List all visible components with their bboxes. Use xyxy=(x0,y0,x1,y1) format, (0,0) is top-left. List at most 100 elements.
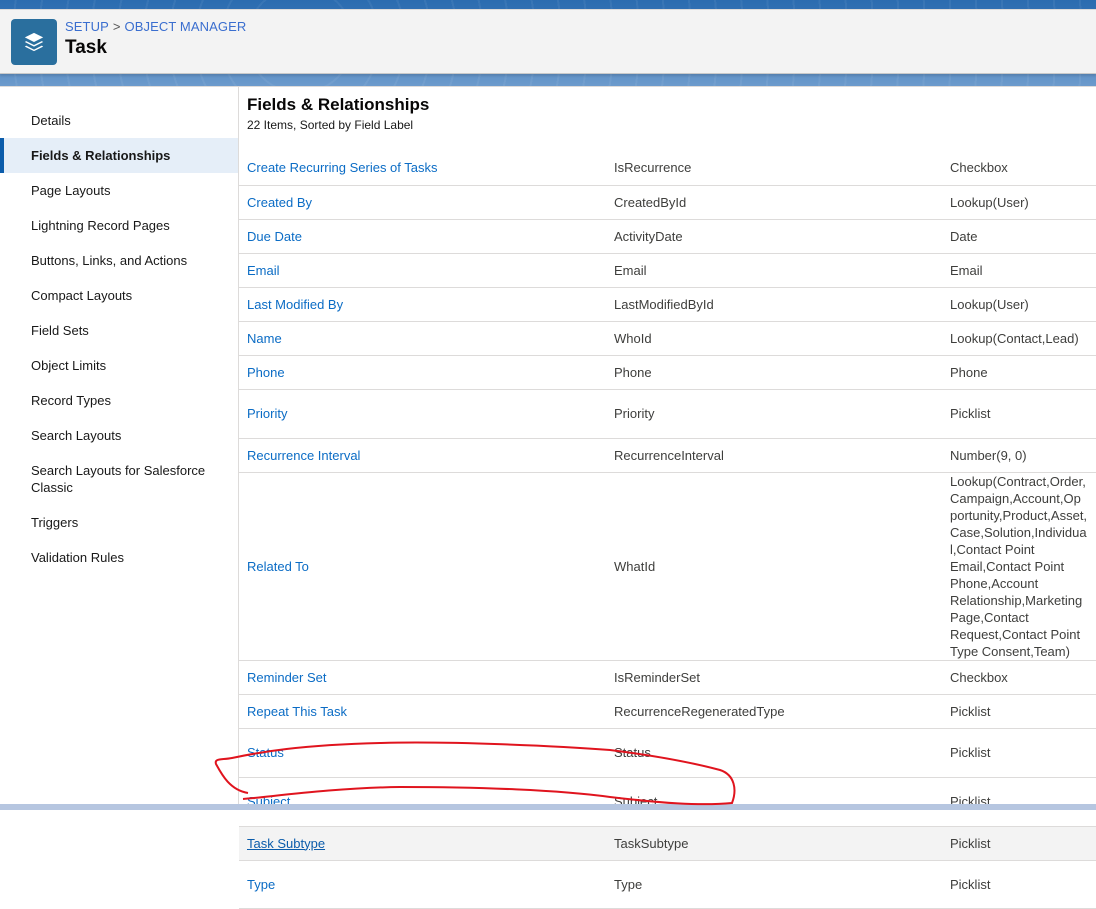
field-api-name: LastModifiedById xyxy=(606,287,942,322)
table-row: Name WhoId Lookup(Contact,Lead) xyxy=(239,321,1096,356)
field-data-type: Number(9, 0) xyxy=(942,438,1096,473)
main-panel: Fields & Relationships 22 Items, Sorted … xyxy=(239,87,1096,909)
field-data-type: Phone xyxy=(942,355,1096,390)
fields-table: Create Recurring Series of Tasks IsRecurr… xyxy=(239,151,1096,909)
field-api-name: ActivityDate xyxy=(606,219,942,254)
field-data-type: Checkbox xyxy=(942,151,1096,186)
field-api-name: TaskSubtype xyxy=(606,826,942,861)
sidebar-item-fields-relationships[interactable]: Fields & Relationships xyxy=(0,138,238,173)
field-label-cell: Phone xyxy=(239,355,606,390)
sidebar-item-buttons-links-and-actions[interactable]: Buttons, Links, and Actions xyxy=(0,243,238,278)
field-label-link[interactable]: Repeat This Task xyxy=(247,704,347,719)
field-data-type: Picklist xyxy=(942,777,1096,827)
field-data-type: Lookup(Contract,Order,Campaign,Account,O… xyxy=(942,472,1096,661)
field-label-cell: Repeat This Task xyxy=(239,694,606,729)
field-label-link[interactable]: Phone xyxy=(247,365,285,380)
field-label-cell: Email xyxy=(239,253,606,288)
field-data-type: Lookup(Contact,Lead) xyxy=(942,321,1096,356)
field-label-link[interactable]: Status xyxy=(247,745,284,760)
field-label-cell: Name xyxy=(239,321,606,356)
field-data-type: Checkbox xyxy=(942,660,1096,695)
field-data-type: Picklist xyxy=(942,860,1096,909)
field-label-link[interactable]: Last Modified By xyxy=(247,297,343,312)
items-summary: 22 Items, Sorted by Field Label xyxy=(247,118,414,132)
table-row: Status Status Picklist xyxy=(239,728,1096,778)
table-row: Due Date ActivityDate Date xyxy=(239,219,1096,254)
breadcrumb-setup[interactable]: SETUP xyxy=(65,19,109,34)
field-api-name: Subject xyxy=(606,777,942,827)
table-row: Email Email Email xyxy=(239,253,1096,288)
field-label-cell: Recurrence Interval xyxy=(239,438,606,473)
sidebar-item-compact-layouts[interactable]: Compact Layouts xyxy=(0,278,238,313)
sidebar-item-lightning-record-pages[interactable]: Lightning Record Pages xyxy=(0,208,238,243)
field-data-type: Picklist xyxy=(942,728,1096,778)
field-data-type: Lookup(User) xyxy=(942,185,1096,220)
sidebar-item-search-layouts-for-salesforce-classic[interactable]: Search Layouts for Salesforce Classic xyxy=(0,453,238,505)
sidebar-item-search-layouts[interactable]: Search Layouts xyxy=(0,418,238,453)
field-label-link[interactable]: Reminder Set xyxy=(247,670,326,685)
breadcrumb-separator: > xyxy=(112,19,121,34)
field-label-link[interactable]: Due Date xyxy=(247,229,302,244)
field-data-type: Picklist xyxy=(942,826,1096,861)
field-data-type: Email xyxy=(942,253,1096,288)
field-api-name: Status xyxy=(606,728,942,778)
sidebar-nav: Details Fields & Relationships Page Layout… xyxy=(0,87,238,575)
table-row: Created By CreatedById Lookup(User) xyxy=(239,185,1096,220)
scroll-footer xyxy=(0,804,1096,810)
section-title: Fields & Relationships xyxy=(247,95,430,114)
field-api-name: Priority xyxy=(606,389,942,439)
sidebar-item-details[interactable]: Details xyxy=(0,103,238,138)
sidebar-item-triggers[interactable]: Triggers xyxy=(0,505,238,540)
field-label-link[interactable]: Email xyxy=(247,263,280,278)
sidebar-item-record-types[interactable]: Record Types xyxy=(0,383,238,418)
table-row: Priority Priority Picklist xyxy=(239,389,1096,439)
sidebar-item-validation-rules[interactable]: Validation Rules xyxy=(0,540,238,575)
sidebar-item-field-sets[interactable]: Field Sets xyxy=(0,313,238,348)
field-label-cell: Type xyxy=(239,860,606,909)
sidebar-item-page-layouts[interactable]: Page Layouts xyxy=(0,173,238,208)
field-api-name: RecurrenceRegeneratedType xyxy=(606,694,942,729)
field-api-name: WhatId xyxy=(606,472,942,661)
content-area: Details Fields & Relationships Page Layout… xyxy=(0,86,1096,909)
table-row: Phone Phone Phone xyxy=(239,355,1096,390)
field-data-type: Lookup(User) xyxy=(942,287,1096,322)
field-api-name: CreatedById xyxy=(606,185,942,220)
field-data-type: Date xyxy=(942,219,1096,254)
field-label-cell: Create Recurring Series of Tasks xyxy=(239,151,606,186)
field-label-link[interactable]: Name xyxy=(247,331,282,346)
field-data-type: Picklist xyxy=(942,389,1096,439)
field-label-cell: Last Modified By xyxy=(239,287,606,322)
field-label-link[interactable]: Type xyxy=(247,877,275,892)
field-label-cell: Created By xyxy=(239,185,606,220)
field-label-link[interactable]: Created By xyxy=(247,195,312,210)
table-row: Reminder Set IsReminderSet Checkbox xyxy=(239,660,1096,695)
field-api-name: RecurrenceInterval xyxy=(606,438,942,473)
field-api-name: Type xyxy=(606,860,942,909)
layers-icon xyxy=(11,19,57,65)
field-api-name: WhoId xyxy=(606,321,942,356)
field-label-link[interactable]: Create Recurring Series of Tasks xyxy=(247,160,438,175)
table-row: Create Recurring Series of Tasks IsRecurr… xyxy=(239,151,1096,186)
field-label-link[interactable]: Task Subtype xyxy=(247,836,325,851)
table-row: Recurrence Interval RecurrenceInterval Num… xyxy=(239,438,1096,473)
field-api-name: Email xyxy=(606,253,942,288)
sidebar-item-object-limits[interactable]: Object Limits xyxy=(0,348,238,383)
field-label-cell: Status xyxy=(239,728,606,778)
breadcrumb: SETUP > OBJECT MANAGER xyxy=(65,19,246,34)
field-label-link[interactable]: Priority xyxy=(247,406,287,421)
field-label-cell: Subject xyxy=(239,777,606,827)
breadcrumb-object-manager[interactable]: OBJECT MANAGER xyxy=(125,19,247,34)
table-row: Last Modified By LastModifiedById Lookup(U… xyxy=(239,287,1096,322)
field-data-type: Picklist xyxy=(942,694,1096,729)
field-label-cell: Task Subtype xyxy=(239,826,606,861)
field-label-cell: Priority xyxy=(239,389,606,439)
field-label-cell: Reminder Set xyxy=(239,660,606,695)
page-title: Task xyxy=(65,37,107,58)
field-label-link[interactable]: Related To xyxy=(247,559,309,574)
field-api-name: Phone xyxy=(606,355,942,390)
table-row: Repeat This Task RecurrenceRegeneratedTyp… xyxy=(239,694,1096,729)
table-row: Task Subtype TaskSubtype Picklist xyxy=(239,826,1096,861)
field-label-cell: Related To xyxy=(239,472,606,661)
sidebar: Details Fields & Relationships Page Layout… xyxy=(0,87,239,807)
field-label-link[interactable]: Recurrence Interval xyxy=(247,448,360,463)
